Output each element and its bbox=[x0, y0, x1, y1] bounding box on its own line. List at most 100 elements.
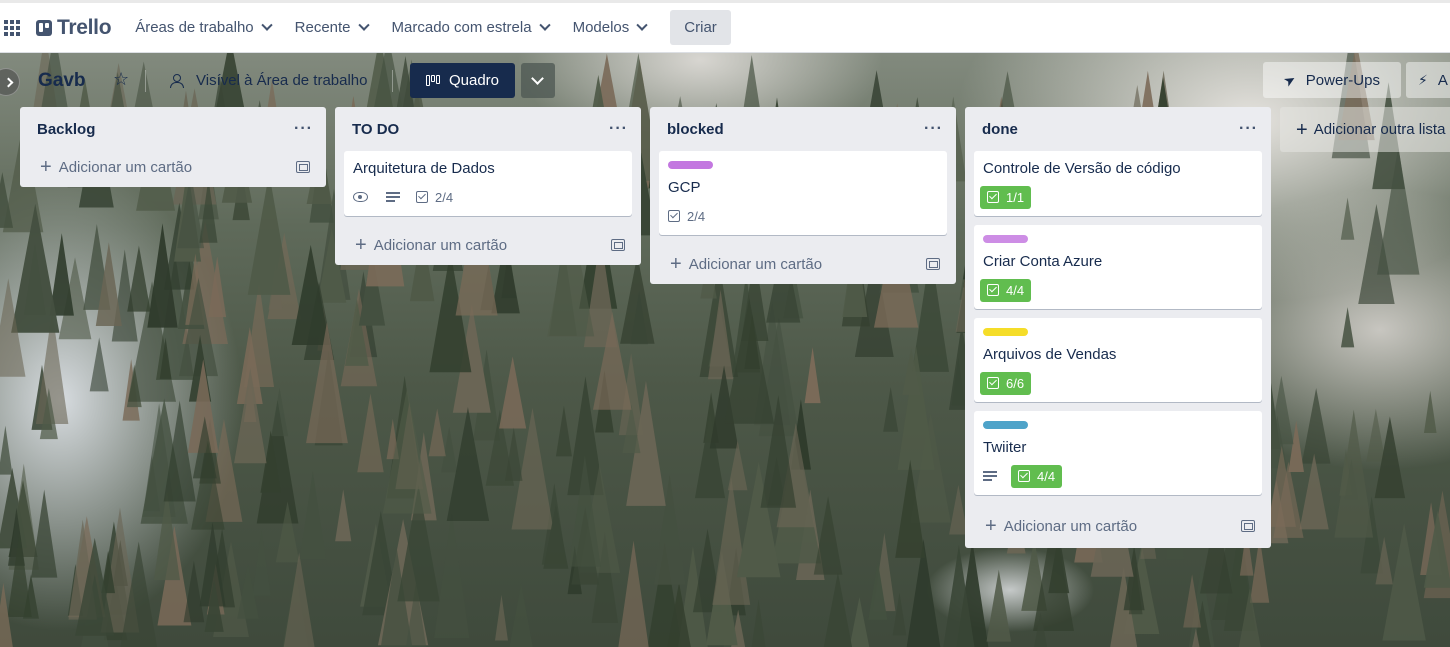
list-header[interactable]: TO DO ··· bbox=[335, 107, 641, 151]
add-card-button[interactable]: + Adicionar um cartão bbox=[355, 235, 507, 255]
card-list: Arquitetura de Dados 2/4 bbox=[335, 151, 641, 216]
add-card-button[interactable]: + Adicionar um cartão bbox=[40, 157, 192, 177]
card-title: Controle de Versão de código bbox=[983, 160, 1181, 177]
nav-recent[interactable]: Recente bbox=[294, 19, 370, 36]
view-label: Quadro bbox=[448, 72, 500, 89]
checklist-count: 1/1 bbox=[1006, 189, 1025, 205]
checklist-icon bbox=[987, 284, 999, 296]
list-header[interactable]: done ··· bbox=[965, 107, 1271, 151]
nav-label: Modelos bbox=[572, 19, 630, 36]
list-menu-dots-icon[interactable]: ··· bbox=[294, 120, 313, 138]
chevron-down-icon bbox=[636, 19, 648, 31]
nav-label: Marcado com estrela bbox=[391, 19, 532, 36]
watching-badge bbox=[353, 192, 372, 202]
plus-icon: + bbox=[355, 234, 367, 256]
nav-starred[interactable]: Marcado com estrela bbox=[391, 19, 551, 36]
card-list: Controle de Versão de código 1/1 Criar C… bbox=[965, 151, 1271, 495]
automation-label: A bbox=[1437, 71, 1448, 89]
board-title[interactable]: Gavb bbox=[38, 70, 86, 92]
powerups-label: Power-Ups bbox=[1305, 71, 1380, 89]
trello-logo[interactable]: Trello bbox=[36, 15, 112, 40]
card-title: Arquivos de Vendas bbox=[983, 346, 1117, 363]
eye-icon bbox=[353, 192, 368, 202]
plus-icon: + bbox=[985, 515, 997, 537]
apps-grid-icon[interactable] bbox=[4, 19, 20, 36]
card-list: GCP 2/4 bbox=[650, 151, 956, 235]
nav-workspaces[interactable]: Áreas de trabalho bbox=[135, 19, 273, 36]
add-card-label: Adicionar um cartão bbox=[58, 158, 193, 176]
list-menu-dots-icon[interactable]: ··· bbox=[609, 120, 628, 138]
template-icon[interactable] bbox=[296, 161, 310, 173]
nav-templates[interactable]: Modelos bbox=[572, 19, 648, 36]
checklist-count: 4/4 bbox=[1037, 468, 1056, 484]
card-badges: 1/1 bbox=[980, 185, 1253, 209]
bolt-icon: ⚡ bbox=[1418, 71, 1428, 88]
card-label[interactable] bbox=[983, 235, 1028, 243]
visibility-label: Visível à Área de trabalho bbox=[196, 72, 368, 89]
rocket-icon: ➤ bbox=[1280, 69, 1299, 90]
add-card-button[interactable]: + Adicionar um cartão bbox=[670, 254, 822, 274]
list-title[interactable]: done bbox=[982, 121, 1018, 138]
card-title: Twiiter bbox=[983, 439, 1027, 456]
board-view-button[interactable]: Quadro bbox=[410, 63, 515, 98]
visibility-button[interactable]: Visível à Área de trabalho bbox=[170, 72, 368, 89]
list-backlog: Backlog ··· + Adicionar um cartão bbox=[20, 107, 326, 187]
card-title: Criar Conta Azure bbox=[983, 253, 1103, 270]
list-title[interactable]: blocked bbox=[667, 121, 724, 138]
board-header: Gavb ☆ Visível à Área de trabalho Quadro… bbox=[0, 53, 1450, 108]
add-card-button[interactable]: + Adicionar um cartão bbox=[985, 516, 1137, 536]
list-title[interactable]: TO DO bbox=[352, 121, 399, 138]
card[interactable]: Arquitetura de Dados 2/4 bbox=[344, 151, 632, 216]
checklist-count: 2/4 bbox=[687, 208, 706, 224]
template-icon[interactable] bbox=[1241, 520, 1255, 532]
add-card-label: Adicionar um cartão bbox=[688, 255, 823, 273]
checklist-icon bbox=[668, 210, 680, 222]
checklist-icon bbox=[416, 191, 428, 203]
create-button[interactable]: Criar bbox=[670, 10, 731, 45]
add-card-row: + Adicionar um cartão bbox=[965, 504, 1271, 548]
logo-text: Trello bbox=[57, 15, 112, 39]
sidebar-expand-button[interactable] bbox=[0, 68, 20, 96]
list-blocked: blocked ··· GCP 2/4 + Adicionar um cartã… bbox=[650, 107, 956, 284]
card-label[interactable] bbox=[668, 161, 713, 169]
template-icon[interactable] bbox=[926, 258, 940, 270]
list-header[interactable]: Backlog ··· bbox=[20, 107, 326, 151]
card[interactable]: Arquivos de Vendas 6/6 bbox=[974, 318, 1262, 402]
card-badges: 6/6 bbox=[980, 371, 1253, 395]
chevron-down-icon bbox=[538, 19, 551, 31]
star-icon[interactable]: ☆ bbox=[113, 69, 129, 90]
automation-button[interactable]: ⚡ A bbox=[1406, 62, 1450, 98]
card-label[interactable] bbox=[983, 421, 1028, 429]
card[interactable]: Twiiter 4/4 bbox=[974, 411, 1262, 495]
view-dropdown-button[interactable] bbox=[521, 63, 555, 98]
checklist-count: 4/4 bbox=[1006, 282, 1025, 298]
powerups-button[interactable]: ➤ Power-Ups bbox=[1263, 62, 1401, 98]
add-card-label: Adicionar um cartão bbox=[373, 236, 508, 254]
card[interactable]: Criar Conta Azure 4/4 bbox=[974, 225, 1262, 309]
nav-label: Áreas de trabalho bbox=[135, 19, 254, 36]
checklist-icon bbox=[1018, 470, 1030, 482]
list-menu-dots-icon[interactable]: ··· bbox=[1239, 120, 1258, 138]
card[interactable]: Controle de Versão de código 1/1 bbox=[974, 151, 1262, 216]
list-menu-dots-icon[interactable]: ··· bbox=[924, 120, 943, 138]
checklist-badge: 2/4 bbox=[416, 190, 453, 205]
card-label[interactable] bbox=[983, 328, 1028, 336]
add-card-label: Adicionar um cartão bbox=[1003, 517, 1138, 535]
trello-logo-icon bbox=[36, 19, 52, 36]
board-icon bbox=[425, 75, 441, 86]
nav-label: Recente bbox=[294, 19, 351, 36]
card-badges: 4/4 bbox=[980, 278, 1253, 302]
checklist-badge: 2/4 bbox=[668, 209, 705, 224]
divider bbox=[392, 70, 393, 92]
chevron-down-icon bbox=[260, 19, 273, 31]
description-icon bbox=[386, 192, 400, 202]
description-badge bbox=[983, 471, 999, 481]
list-header[interactable]: blocked ··· bbox=[650, 107, 956, 151]
checklist-complete-badge: 1/1 bbox=[980, 185, 1032, 209]
add-card-row: + Adicionar um cartão bbox=[20, 147, 326, 187]
card[interactable]: GCP 2/4 bbox=[659, 151, 947, 235]
template-icon[interactable] bbox=[611, 239, 625, 251]
checklist-icon bbox=[987, 191, 999, 203]
list-title[interactable]: Backlog bbox=[37, 121, 95, 138]
add-list-button[interactable]: + Adicionar outra lista bbox=[1280, 107, 1450, 152]
